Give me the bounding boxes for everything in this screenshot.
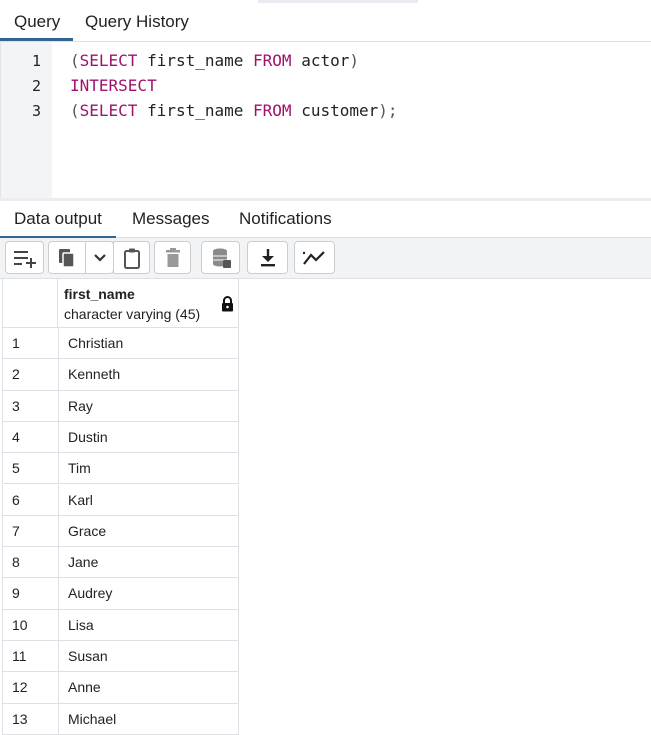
row-number[interactable]: 13 bbox=[3, 703, 59, 734]
graph-visualiser-button[interactable] bbox=[294, 241, 335, 274]
code-text: first_name bbox=[137, 51, 254, 70]
table-row[interactable]: 12 Anne bbox=[2, 672, 239, 704]
line-number: 3 bbox=[31, 102, 41, 120]
chevron-down-icon bbox=[93, 253, 107, 263]
code-keyword: INTERSECT bbox=[70, 76, 157, 95]
row-number[interactable]: 6 bbox=[3, 484, 59, 515]
table-row[interactable]: 13 Michael bbox=[2, 703, 239, 735]
code-paren: ( bbox=[70, 51, 80, 70]
column-type: character varying (45) bbox=[64, 306, 201, 322]
line-number-gutter: 1 2 3 bbox=[0, 42, 52, 198]
tab-query[interactable]: Query bbox=[0, 12, 74, 41]
table-row[interactable]: 1 Christian bbox=[2, 328, 239, 360]
table-row[interactable]: 6 Karl bbox=[2, 484, 239, 516]
line-number: 2 bbox=[31, 77, 41, 95]
cell-first-name[interactable]: Audrey bbox=[59, 578, 112, 608]
save-data-icon bbox=[210, 247, 232, 269]
cell-first-name[interactable]: Anne bbox=[59, 672, 101, 702]
query-tabs: Query Query History bbox=[0, 0, 651, 42]
code-keyword: SELECT bbox=[79, 51, 138, 70]
cell-first-name[interactable]: Tim bbox=[59, 453, 91, 483]
cell-first-name[interactable]: Michael bbox=[59, 704, 116, 734]
code-line[interactable]: INTERSECT bbox=[70, 76, 157, 96]
code-paren: ); bbox=[378, 101, 398, 120]
paste-icon bbox=[122, 247, 142, 269]
cell-first-name[interactable]: Grace bbox=[59, 516, 106, 546]
column-name: first_name bbox=[64, 286, 135, 302]
table-row[interactable]: 4 Dustin bbox=[2, 421, 239, 454]
add-row-button[interactable] bbox=[5, 241, 44, 274]
row-number[interactable]: 9 bbox=[3, 578, 59, 609]
copy-button[interactable] bbox=[49, 242, 86, 273]
code-paren: ( bbox=[70, 101, 80, 120]
row-number[interactable]: 1 bbox=[3, 328, 59, 359]
table-row[interactable]: 11 Susan bbox=[2, 641, 239, 673]
cell-first-name[interactable]: Jane bbox=[59, 547, 98, 577]
table-row[interactable]: 5 Tim bbox=[2, 453, 239, 485]
cell-first-name[interactable]: Kenneth bbox=[59, 359, 120, 389]
code-keyword: FROM bbox=[253, 101, 292, 120]
code-text: customer bbox=[291, 101, 379, 120]
code-line[interactable]: (SELECT first_name FROM actor) bbox=[70, 51, 359, 71]
copy-button-group bbox=[48, 241, 114, 274]
tab-notifications[interactable]: Notifications bbox=[239, 209, 332, 229]
save-data-button[interactable] bbox=[201, 241, 240, 274]
table-row[interactable]: 7 Grace bbox=[2, 515, 239, 548]
code-text: actor bbox=[291, 51, 350, 70]
tab-strip-decoration bbox=[258, 0, 418, 3]
row-number[interactable]: 11 bbox=[3, 641, 59, 672]
download-icon bbox=[259, 248, 277, 268]
table-row[interactable]: 9 Audrey bbox=[2, 578, 239, 610]
row-number[interactable]: 2 bbox=[3, 359, 59, 390]
cell-first-name[interactable]: Ray bbox=[59, 391, 93, 421]
tab-data-output[interactable]: Data output bbox=[0, 209, 116, 239]
cell-first-name[interactable]: Christian bbox=[59, 328, 123, 358]
code-keyword: SELECT bbox=[79, 101, 138, 120]
add-row-icon bbox=[12, 248, 38, 268]
output-tabs: Data output Messages Notifications bbox=[0, 198, 651, 239]
row-number[interactable]: 12 bbox=[3, 672, 59, 703]
graph-icon bbox=[302, 249, 328, 267]
copy-icon bbox=[57, 247, 77, 269]
row-number[interactable]: 4 bbox=[3, 421, 59, 453]
delete-icon bbox=[164, 247, 182, 268]
cell-first-name[interactable]: Lisa bbox=[59, 610, 94, 640]
code-paren: ) bbox=[349, 51, 359, 70]
lock-icon bbox=[221, 296, 234, 312]
column-header-first-name[interactable]: first_name character varying (45) bbox=[58, 279, 239, 328]
download-button[interactable] bbox=[247, 241, 288, 274]
tab-query-history[interactable]: Query History bbox=[85, 12, 189, 32]
copy-options-button[interactable] bbox=[86, 242, 113, 273]
row-number[interactable]: 8 bbox=[3, 547, 59, 578]
data-toolbar bbox=[0, 238, 651, 279]
table-row[interactable]: 8 Jane bbox=[2, 547, 239, 579]
delete-button[interactable] bbox=[154, 241, 191, 274]
row-number[interactable]: 7 bbox=[3, 515, 59, 547]
cell-first-name[interactable]: Karl bbox=[59, 485, 93, 515]
line-number: 1 bbox=[31, 52, 41, 70]
code-line[interactable]: (SELECT first_name FROM customer); bbox=[70, 101, 398, 121]
code-keyword: FROM bbox=[253, 51, 292, 70]
row-number[interactable]: 5 bbox=[3, 453, 59, 484]
tab-messages[interactable]: Messages bbox=[132, 209, 209, 229]
table-row[interactable]: 3 Ray bbox=[2, 390, 239, 422]
cell-first-name[interactable]: Susan bbox=[59, 641, 108, 671]
cell-first-name[interactable]: Dustin bbox=[59, 422, 108, 452]
row-number[interactable]: 3 bbox=[3, 390, 59, 421]
row-number-header[interactable] bbox=[2, 279, 58, 328]
row-number[interactable]: 10 bbox=[3, 609, 59, 640]
table-row[interactable]: 2 Kenneth bbox=[2, 359, 239, 391]
paste-button[interactable] bbox=[113, 241, 150, 274]
code-text: first_name bbox=[137, 101, 254, 120]
table-row[interactable]: 10 Lisa bbox=[2, 609, 239, 641]
sql-editor[interactable]: 1 2 3 (SELECT first_name FROM actor) INT… bbox=[0, 42, 651, 198]
